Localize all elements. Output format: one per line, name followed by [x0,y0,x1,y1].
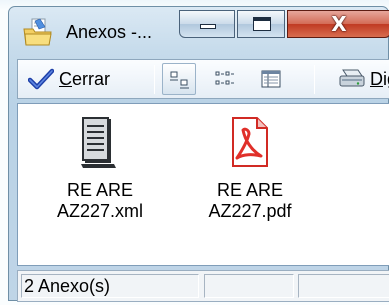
maximize-button[interactable] [237,10,285,38]
window-title: Anexos -... [66,22,153,42]
attachment-count-text: 2 Anexo(s) [24,276,111,296]
toolbar: Cerrar Di [17,59,389,99]
digitalize-button[interactable]: Dig [328,60,389,98]
scanner-icon [339,69,365,87]
close-button[interactable]: Cerrar [22,60,146,98]
close-window-button[interactable]: X [287,10,389,38]
maximize-icon [253,17,271,31]
digitalize-button-label: Dig [370,69,389,89]
file-name: RE ARE AZ227.pdf [208,180,292,221]
details-view-button[interactable] [254,63,288,95]
file-item-pdf[interactable]: RE ARE AZ227.pdf [194,116,306,222]
small-icons-view-button[interactable] [208,63,242,95]
toolbar-separator [314,65,315,94]
large-icons-view-button[interactable] [162,63,196,95]
minimize-icon [200,24,216,29]
file-item-xml[interactable]: RE ARE AZ227.xml [44,116,156,222]
pdf-document-icon [232,117,268,167]
attachments-list: RE ARE AZ227.xml RE ARE AZ227.pdf [17,103,389,266]
small-icons-view-icon [215,71,234,85]
status-panel [204,274,294,298]
details-view-icon [261,70,281,88]
close-icon: X [331,12,347,36]
large-icons-view-icon [170,71,189,89]
file-name: RE ARE AZ227.xml [56,180,144,221]
toolbar-separator [154,65,155,94]
title-bar[interactable]: Anexos -... X [9,7,389,51]
attachments-window: Anexos -... X Cerrar Di RE ARE AZ227.xml… [8,6,389,302]
status-bar: 2 Anexo(s) [17,270,389,302]
folder-files-icon [23,18,52,46]
caption-buttons: X [179,10,389,38]
close-button-label: Cerrar [59,69,111,89]
xml-document-icon [81,117,116,168]
minimize-button[interactable] [179,10,235,38]
status-attachment-count: 2 Anexo(s) [21,274,199,298]
status-panel [298,274,389,298]
checkmark-icon [28,68,54,90]
